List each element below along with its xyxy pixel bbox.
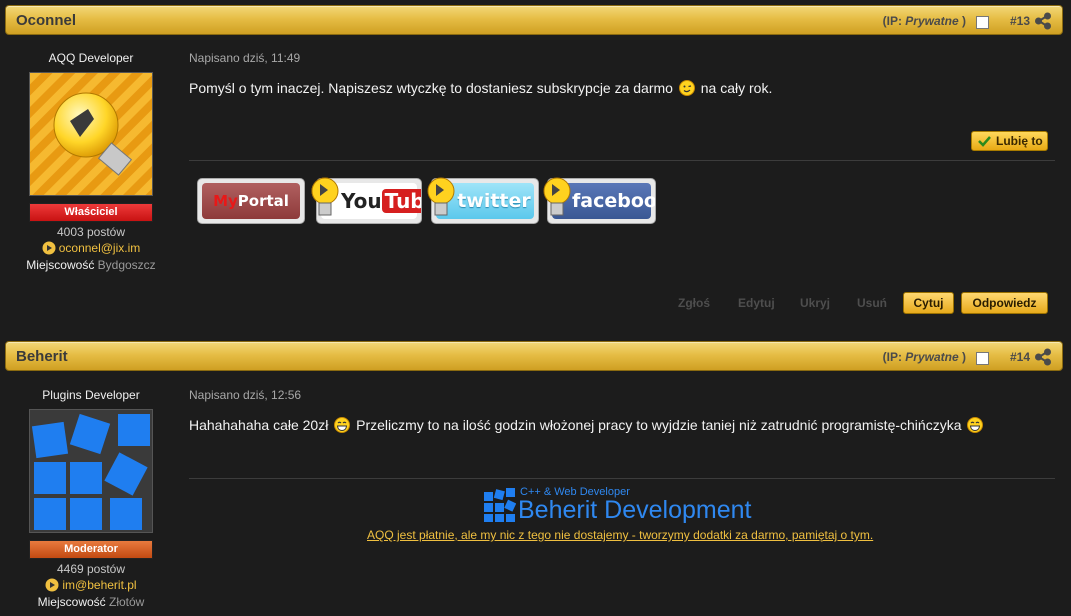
like-button[interactable]: Lubię to bbox=[971, 131, 1048, 151]
post-body: Pomyśl o tym inaczej. Napiszesz wtyczkę … bbox=[189, 80, 773, 96]
posts-count: 4003 postów bbox=[56, 225, 126, 239]
quote-button[interactable]: Cytuj bbox=[903, 292, 954, 314]
report-link[interactable]: Zgłoś bbox=[678, 296, 710, 310]
moderate-checkbox[interactable] bbox=[976, 352, 989, 365]
edit-link[interactable]: Edytuj bbox=[738, 296, 775, 310]
post-date: Napisano dziś, 11:49 bbox=[189, 51, 301, 65]
post-header: Beherit (IP: Prywatne ) #14 bbox=[5, 341, 1063, 371]
logo-tiles-icon bbox=[484, 488, 516, 522]
post-number-link[interactable]: #13 bbox=[1010, 14, 1030, 28]
beherit-development-logo[interactable]: C++ & Web Developer Beherit Development bbox=[484, 486, 774, 526]
signature-divider bbox=[189, 160, 1055, 161]
rank-badge: Moderator bbox=[29, 540, 153, 559]
myportal-label: Portal bbox=[237, 192, 289, 210]
post-header: Oconnel (IP: Prywatne ) #13 bbox=[5, 5, 1063, 35]
post-number-link[interactable]: #14 bbox=[1010, 350, 1030, 364]
grin-emoji-icon bbox=[967, 417, 984, 433]
avatar[interactable] bbox=[29, 409, 153, 533]
author-name-link[interactable]: Oconnel bbox=[16, 12, 76, 29]
avatar[interactable] bbox=[29, 72, 153, 196]
lightbulb-icon bbox=[543, 177, 571, 216]
member-title: Plugins Developer bbox=[42, 388, 140, 402]
lightbulb-icon bbox=[311, 177, 339, 216]
signature-link[interactable]: AQQ jest płatnie, ale my nic z tego nie … bbox=[367, 528, 873, 542]
ip-info: (IP: Prywatne ) bbox=[882, 350, 966, 364]
post-body: Hahahahaha całe 20zł Przeliczmy to na il… bbox=[189, 417, 985, 433]
location: Miejscowość Bydgoszcz bbox=[26, 258, 156, 272]
member-title: AQQ Developer bbox=[48, 51, 134, 65]
author-name-link[interactable]: Beherit bbox=[16, 348, 68, 365]
reply-button[interactable]: Odpowiedz bbox=[961, 292, 1048, 314]
author-info: AQQ Developer Właściciel 4003 postów oco… bbox=[20, 51, 162, 272]
share-icon[interactable] bbox=[1034, 348, 1052, 366]
jabber-icon bbox=[45, 578, 59, 592]
lightbulb-icon bbox=[427, 177, 455, 216]
delete-link[interactable]: Usuń bbox=[857, 296, 887, 310]
post-date: Napisano dziś, 12:56 bbox=[189, 388, 302, 402]
contact-jabber[interactable]: im@beherit.pl bbox=[20, 578, 162, 592]
posts-count: 4469 postów bbox=[56, 562, 126, 576]
author-info: Plugins Developer Moderator 4469 postów … bbox=[20, 388, 162, 609]
hide-link[interactable]: Ukryj bbox=[800, 296, 830, 310]
ip-info: (IP: Prywatne ) bbox=[882, 14, 966, 28]
moderate-checkbox[interactable] bbox=[976, 16, 989, 29]
check-icon bbox=[978, 136, 991, 147]
wink-emoji-icon bbox=[678, 80, 695, 96]
rank-badge: Właściciel bbox=[29, 203, 153, 222]
location: Miejscowość Złotów bbox=[37, 595, 145, 609]
contact-jabber[interactable]: oconnel@jix.im bbox=[20, 241, 162, 255]
jabber-icon bbox=[42, 241, 56, 255]
myportal-button[interactable]: MyPortal bbox=[197, 178, 305, 224]
signature-divider bbox=[189, 478, 1055, 479]
logo-title: Beherit Development bbox=[518, 496, 752, 524]
grin-emoji-icon bbox=[334, 417, 351, 433]
share-icon[interactable] bbox=[1034, 12, 1052, 30]
